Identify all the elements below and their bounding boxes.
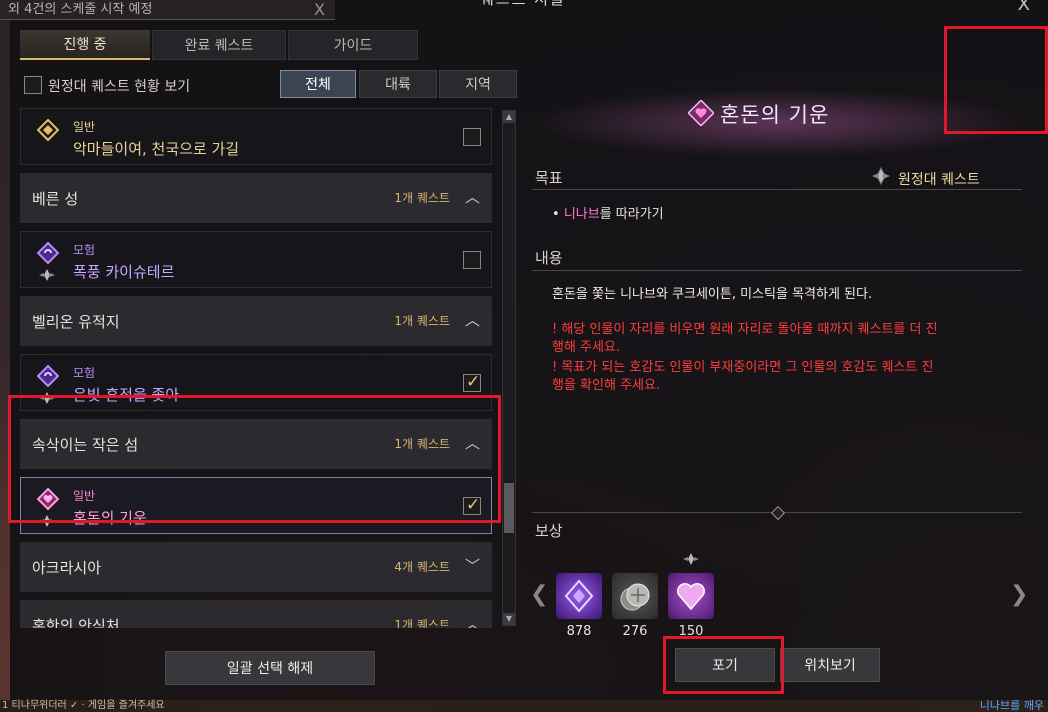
scroll-down-icon[interactable]: ▼ [503, 613, 515, 625]
expedition-status-label: 원정대 퀘스트 현황 보기 [48, 79, 191, 95]
chevron-up-icon[interactable]: ︿ [465, 613, 480, 628]
schedule-notice-text: 외 4건의 스케줄 시작 예정 [8, 2, 153, 17]
chevron-up-icon[interactable]: ︿ [465, 186, 480, 207]
filter-all[interactable]: 전체 [280, 70, 356, 98]
gold-diamond-icon [37, 119, 59, 141]
warning-2-line-2: 행을 확인해 주세요. [552, 378, 661, 393]
quest-list-item[interactable]: 모험폭풍 카이슈테르 [20, 231, 492, 288]
expedition-icon [39, 269, 55, 281]
heart-gem-icon[interactable] [668, 573, 714, 619]
check-icon: ✓ [466, 372, 481, 392]
highlight-top-right [944, 26, 1048, 134]
group-name: 벨리온 유적지 [32, 313, 120, 331]
quest-list-scrollbar[interactable]: ▲ ▼ [502, 110, 516, 626]
reward-next-icon[interactable]: ❯ [1010, 582, 1028, 607]
warning-1-line-2: 행해 주세요. [552, 340, 621, 355]
warning-1: ! 해당 인물이 자리를 비우면 원래 자리로 돌아올 때까지 퀘스트를 더 진… [552, 321, 982, 357]
bottom-left-text: 1 티나무위더러 ✓ · 게임을 즐겨주세요 [2, 700, 165, 711]
schedule-notice: 외 4건의 스케줄 시작 예정 X [0, 0, 335, 20]
tab-completed[interactable]: 완료 퀘스트 [152, 30, 286, 60]
tab-guide[interactable]: 가이드 [288, 30, 418, 60]
quest-track-checkbox[interactable] [463, 251, 481, 269]
warning-2: ! 목표가 되는 호감도 인물이 부재중이라면 그 인물의 호감도 퀘스트 진 … [552, 359, 982, 395]
reward-count-1: 878 [566, 624, 592, 639]
filter-continent[interactable]: 대륙 [359, 70, 437, 98]
expedition-quest-label: 원정대 퀘스트 [898, 172, 980, 188]
quest-group-header[interactable]: 아크라시아 4개 퀘스트 ﹀ [20, 542, 492, 592]
goal-bullet: • [552, 207, 560, 222]
group-quest-count: 1개 퀘스트 [394, 191, 450, 205]
goal-description: 를 따라가기 [599, 207, 664, 222]
reward-expedition-icon [683, 553, 699, 565]
chevron-down-icon[interactable]: ﹀ [465, 555, 480, 576]
quest-type: 모험 [73, 366, 96, 380]
tab-in-progress[interactable]: 진행 중 [20, 30, 150, 60]
scroll-thumb[interactable] [504, 483, 514, 533]
group-name: 아크라시아 [32, 559, 102, 577]
quest-group-header[interactable]: 벨리온 유적지 1개 퀘스트 ︿ [20, 296, 492, 346]
highlight-abandon [663, 636, 784, 694]
content-description: 혼돈을 쫓는 니나브와 쿠크세이튼, 미스틱을 목격하게 된다. [552, 287, 873, 302]
goal-divider [532, 189, 1022, 190]
quest-type: 모험 [73, 243, 96, 257]
quest-track-checkbox[interactable] [463, 128, 481, 146]
content-label: 내용 [535, 249, 563, 267]
reward-count-2: 276 [622, 624, 648, 639]
close-icon[interactable]: X [1018, 0, 1030, 15]
deselect-all-button[interactable]: 일괄 선택 해제 [165, 651, 375, 685]
quest-list: 일반 악마들이여, 천국으로 가길 베른 성 1개 퀘스트 ︿ 모험 폭풍 카이슈테르 벨리온… [20, 108, 496, 628]
silver-coin-icon[interactable] [612, 573, 658, 619]
goal-text: • 니나브를 따라가기 [552, 203, 664, 222]
content-divider [532, 270, 1022, 271]
goal-target-name: 니나브 [563, 207, 600, 222]
reward-prev-icon[interactable]: ❮ [530, 582, 548, 607]
highlight-selected-quest [8, 395, 501, 523]
window-title: 퀘스트 서클 [480, 0, 566, 9]
bottom-chat-strip: 1 티나무위더러 ✓ · 게임을 즐겨주세요 니나브를 깨우 [0, 700, 1048, 712]
quest-track-checkbox[interactable]: ✓ [463, 372, 481, 392]
locate-button[interactable]: 위치보기 [780, 648, 880, 682]
scroll-up-icon[interactable]: ▲ [503, 111, 515, 123]
quest-type: 일반 [73, 120, 96, 134]
goal-label: 목표 [535, 169, 563, 187]
filter-region[interactable]: 지역 [439, 70, 517, 98]
group-quest-count: 1개 퀘스트 [394, 618, 450, 628]
quest-group-header[interactable]: 베른 성 1개 퀘스트 ︿ [20, 173, 492, 223]
warning-2-line-1: ! 목표가 되는 호감도 인물이 부재중이라면 그 인물의 호감도 퀘스트 진 [552, 360, 934, 375]
quest-list-item[interactable]: 일반악마들이여, 천국으로 가길 [20, 108, 492, 165]
notice-close-icon[interactable]: X [314, 0, 325, 20]
warning-1-line-1: ! 해당 인물이 자리를 비우면 원래 자리로 돌아올 때까지 퀘스트를 더 진 [552, 322, 938, 337]
group-name: 베른 성 [32, 190, 79, 208]
quest-name: 폭풍 카이슈테르 [73, 263, 175, 281]
quest-detail-title: 혼돈의 기운 [720, 103, 830, 127]
quest-name: 악마들이여, 천국으로 가길 [73, 140, 240, 158]
adventure-icon [37, 242, 59, 264]
purple-crystal-icon[interactable] [556, 573, 602, 619]
group-name: 혹한의 안식처 [32, 617, 120, 628]
expedition-icon [872, 167, 890, 185]
bottom-right-text: 니나브를 깨우 [979, 699, 1044, 712]
group-quest-count: 4개 퀘스트 [394, 560, 450, 574]
chevron-up-icon[interactable]: ︿ [465, 309, 480, 330]
reward-label: 보상 [535, 522, 563, 540]
adventure-icon [37, 365, 59, 387]
quest-group-header[interactable]: 혹한의 안식처 1개 퀘스트 ︿ [20, 600, 492, 628]
chaos-heart-icon [688, 100, 714, 126]
expedition-status-checkbox[interactable] [24, 76, 42, 94]
group-quest-count: 1개 퀘스트 [394, 314, 450, 328]
